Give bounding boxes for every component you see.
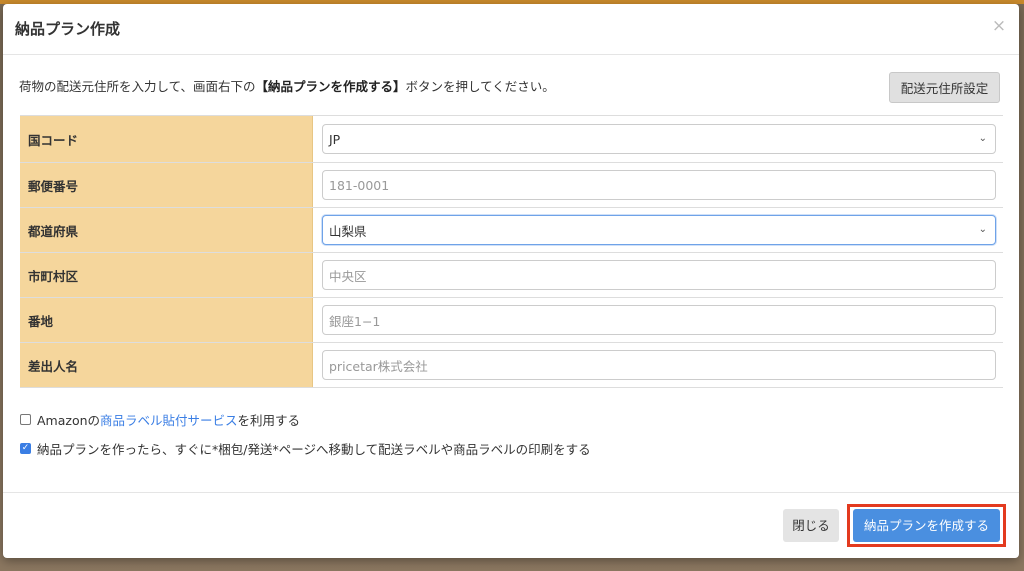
- auto-move-option[interactable]: ✓ 納品プランを作ったら、すぐに*梱包/発送*ページへ移動して配送ラベルや商品ラ…: [20, 439, 591, 458]
- close-icon[interactable]: ×: [989, 16, 1009, 36]
- modal-title: 納品プラン作成: [15, 20, 121, 38]
- postal-placeholder: 181-0001: [329, 177, 390, 193]
- country-label: 国コード: [20, 116, 313, 162]
- address-placeholder: 銀座1−1: [329, 313, 381, 329]
- prefecture-select[interactable]: 山梨県 ⌄: [322, 215, 996, 245]
- form-row-country: 国コード JP ⌄: [20, 116, 1003, 163]
- prefecture-value: 山梨県: [329, 223, 367, 239]
- postal-label: 郵便番号: [20, 163, 313, 207]
- city-placeholder: 中央区: [329, 268, 367, 284]
- instruction-text: 荷物の配送元住所を入力して、画面右下の【納品プランを作成する】ボタンを押してくだ…: [19, 76, 555, 95]
- city-label: 市町村区: [20, 253, 313, 297]
- address-label: 番地: [20, 298, 313, 342]
- chevron-down-icon: ⌄: [978, 133, 987, 144]
- label-service-suffix: を利用する: [237, 413, 301, 428]
- modal-header: 納品プラン作成 ×: [3, 4, 1019, 55]
- sender-placeholder: pricetar株式会社: [329, 358, 428, 374]
- sender-label: 差出人名: [20, 343, 313, 387]
- country-value: JP: [329, 131, 341, 147]
- address-form-table: 国コード JP ⌄ 郵便番号 181-0001 都道府県 山梨県 ⌄ 市町村区 …: [20, 115, 1003, 388]
- auto-move-text: 納品プランを作ったら、すぐに*梱包/発送*ページへ移動して配送ラベルや商品ラベル…: [37, 442, 591, 457]
- shipping-address-settings-button[interactable]: 配送元住所設定: [889, 72, 1000, 103]
- prefecture-label: 都道府県: [20, 208, 313, 252]
- instruction-after: ボタンを押してください。: [405, 79, 555, 94]
- label-service-checkbox[interactable]: [20, 414, 31, 425]
- form-row-prefecture: 都道府県 山梨県 ⌄: [20, 208, 1003, 253]
- form-row-sender: 差出人名 pricetar株式会社: [20, 343, 1003, 388]
- address-input[interactable]: 銀座1−1: [322, 305, 996, 335]
- footer-divider: [3, 492, 1019, 493]
- form-row-postal: 郵便番号 181-0001: [20, 163, 1003, 208]
- sender-name-input[interactable]: pricetar株式会社: [322, 350, 996, 380]
- form-row-city: 市町村区 中央区: [20, 253, 1003, 298]
- instruction-emphasis: 【納品プランを作成する】: [255, 79, 406, 94]
- checkmark-icon: ✓: [21, 443, 30, 453]
- close-button[interactable]: 閉じる: [783, 509, 839, 542]
- auto-move-checkbox[interactable]: ✓: [20, 443, 31, 454]
- instruction-before: 荷物の配送元住所を入力して、画面右下の: [19, 79, 256, 94]
- country-select[interactable]: JP ⌄: [322, 124, 996, 154]
- label-service-prefix: Amazonの: [37, 413, 101, 428]
- city-input[interactable]: 中央区: [322, 260, 996, 290]
- chevron-down-icon: ⌄: [978, 224, 987, 235]
- create-plan-button[interactable]: 納品プランを作成する: [853, 509, 1000, 542]
- form-row-address: 番地 銀座1−1: [20, 298, 1003, 343]
- label-service-link[interactable]: 商品ラベル貼付サービス: [100, 410, 238, 429]
- postal-code-input[interactable]: 181-0001: [322, 170, 996, 200]
- create-plan-modal: 納品プラン作成 × 荷物の配送元住所を入力して、画面右下の【納品プランを作成する…: [3, 4, 1019, 558]
- label-service-option[interactable]: Amazonの 商品ラベル貼付サービス を利用する: [20, 410, 300, 429]
